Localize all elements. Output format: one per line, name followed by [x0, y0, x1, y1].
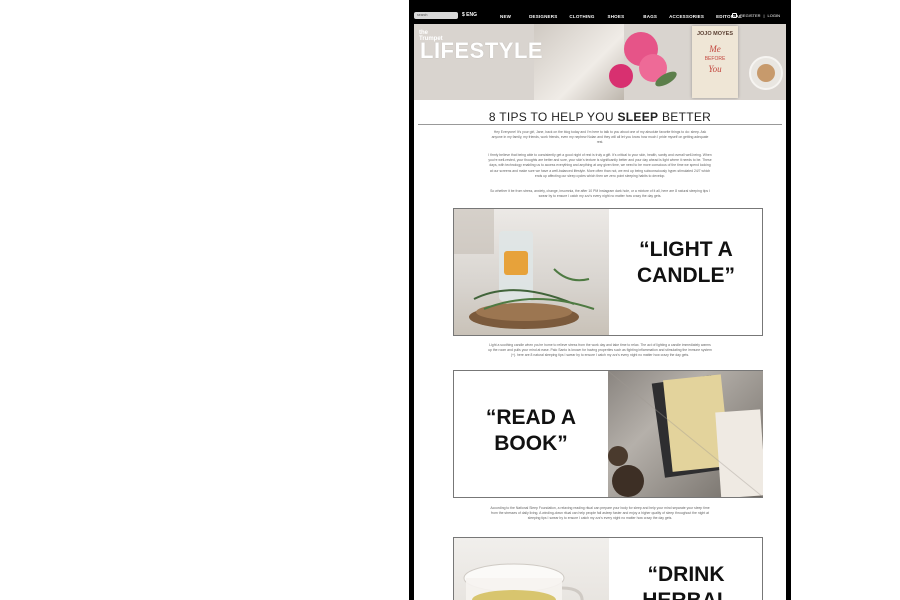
tip-heading: “DRINK HERBAL: [642, 563, 730, 600]
tip-paragraph-candle: Light a soothing candle when you're home…: [488, 343, 712, 358]
account-links: REGISTER | LOGIN: [732, 12, 780, 19]
shopping-bag-icon[interactable]: [732, 13, 738, 18]
book-title-line2: BEFORE: [704, 56, 726, 62]
peony-flower-image: [609, 64, 633, 88]
candle-photo: [454, 209, 609, 335]
top-nav: search $ ENG NEW DESIGNERS CLOTHING SHOE…: [414, 0, 786, 24]
intro-paragraph-2: I firmly believe that being able to cons…: [488, 153, 712, 178]
login-link[interactable]: LOGIN: [768, 12, 780, 19]
hero-banner: the Trumpet LIFESTYLE JOJO MOYES Me BEFO…: [414, 24, 786, 100]
menu-item-designers[interactable]: DESIGNERS: [529, 13, 557, 20]
browser-frame: search $ ENG NEW DESIGNERS CLOTHING SHOE…: [409, 0, 791, 600]
section-title: LIFESTYLE: [420, 38, 544, 63]
tip-heading: “LIGHT A CANDLE”: [637, 238, 735, 287]
book-author: JOJO MOYES: [696, 31, 734, 37]
tip-paragraph-book: According to the National Sleep Foundati…: [490, 506, 710, 521]
menu-item-accessories[interactable]: ACCESSORIES: [669, 13, 704, 20]
intro-paragraph-3: So whether it be from stress, anxiety, c…: [490, 189, 710, 199]
separator: |: [763, 13, 765, 18]
currency-language-selector[interactable]: $ ENG: [462, 12, 477, 19]
coffee-cup-image: [749, 56, 783, 90]
intro-paragraph-1: Hey Everyone! It's your girl, Jane, back…: [491, 130, 709, 145]
menu-item-clothing[interactable]: CLOTHING: [569, 13, 594, 20]
title-divider: [418, 124, 782, 125]
book-title-line1: Me: [709, 44, 721, 54]
hero-fabric-image: [534, 24, 624, 100]
book-illustration: [608, 371, 763, 497]
tea-illustration: [463, 563, 584, 600]
book-title: Me BEFORE You: [692, 44, 738, 74]
article-title: 8 TIPS TO HELP YOU SLEEP BETTER: [418, 110, 782, 124]
article-title-part2: BETTER: [658, 110, 712, 124]
menu-item-new[interactable]: NEW: [500, 13, 511, 20]
page: search $ ENG NEW DESIGNERS CLOTHING SHOE…: [414, 0, 786, 600]
register-link[interactable]: REGISTER: [740, 12, 760, 19]
search-input[interactable]: search: [414, 12, 458, 19]
tip-heading: “READ A BOOK”: [485, 406, 577, 455]
book-cover-image: JOJO MOYES Me BEFORE You: [692, 26, 738, 98]
menu-item-shoes[interactable]: SHOES: [608, 13, 625, 20]
tip-card-book: “READ A BOOK”: [453, 370, 763, 498]
tea-photo: [454, 538, 609, 600]
tip-card-candle: “LIGHT A CANDLE”: [453, 208, 763, 336]
book-title-line3: You: [708, 64, 722, 74]
candle-illustration: [454, 209, 595, 329]
article-title-part1: 8 TIPS TO HELP YOU: [488, 110, 618, 124]
article-title-emphasis: SLEEP: [617, 110, 659, 124]
tip-card-tea: “DRINK HERBAL: [453, 537, 763, 600]
menu-item-bags[interactable]: BAGS: [643, 13, 657, 20]
main-menu: NEW DESIGNERS CLOTHING SHOES BAGS ACCESS…: [500, 13, 742, 20]
book-photo: [608, 371, 763, 497]
